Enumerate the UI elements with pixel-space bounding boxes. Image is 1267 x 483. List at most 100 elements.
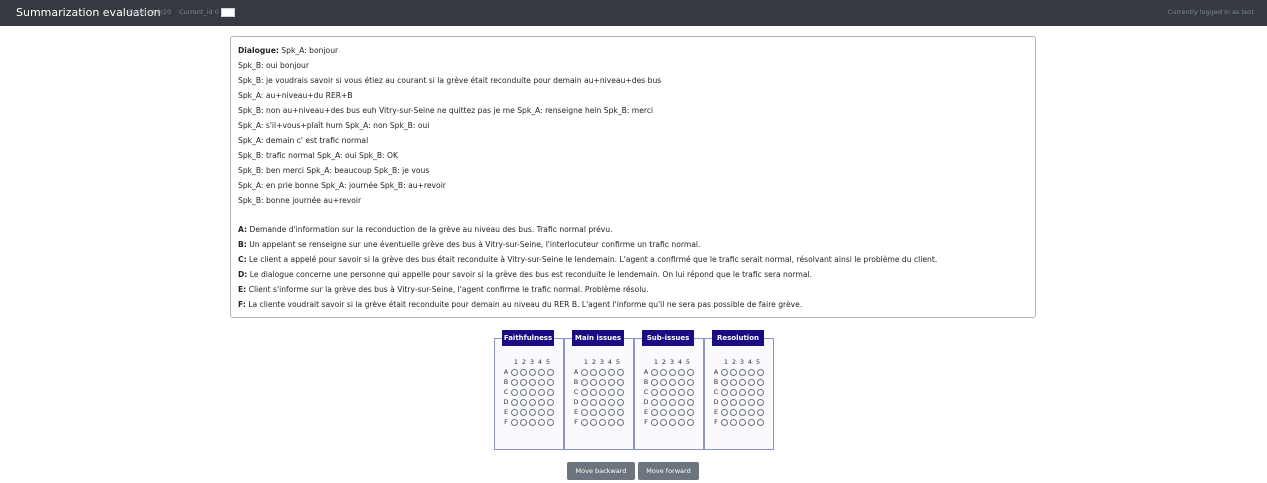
rating-radio[interactable] [520, 379, 527, 386]
rating-radio[interactable] [599, 419, 606, 426]
rating-radio[interactable] [608, 389, 615, 396]
rating-radio[interactable] [547, 409, 554, 416]
rating-radio[interactable] [590, 399, 597, 406]
rating-radio[interactable] [757, 379, 764, 386]
rating-radio[interactable] [739, 389, 746, 396]
rating-radio[interactable] [687, 399, 694, 406]
rating-radio[interactable] [660, 399, 667, 406]
rating-radio[interactable] [669, 379, 676, 386]
rating-radio[interactable] [617, 409, 624, 416]
rating-radio[interactable] [730, 409, 737, 416]
rating-radio[interactable] [757, 409, 764, 416]
rating-radio[interactable] [581, 409, 588, 416]
rating-radio[interactable] [651, 419, 658, 426]
rating-radio[interactable] [581, 419, 588, 426]
rating-radio[interactable] [651, 389, 658, 396]
rating-radio[interactable] [581, 379, 588, 386]
rating-radio[interactable] [529, 409, 536, 416]
rating-radio[interactable] [511, 379, 518, 386]
rating-radio[interactable] [730, 379, 737, 386]
rating-radio[interactable] [547, 369, 554, 376]
rating-radio[interactable] [660, 369, 667, 376]
rating-radio[interactable] [730, 369, 737, 376]
rating-radio[interactable] [538, 389, 545, 396]
rating-radio[interactable] [590, 389, 597, 396]
rating-radio[interactable] [599, 379, 606, 386]
rating-radio[interactable] [757, 369, 764, 376]
rating-radio[interactable] [757, 389, 764, 396]
rating-radio[interactable] [547, 389, 554, 396]
rating-radio[interactable] [651, 379, 658, 386]
rating-radio[interactable] [511, 419, 518, 426]
rating-radio[interactable] [511, 409, 518, 416]
rating-radio[interactable] [721, 379, 728, 386]
rating-radio[interactable] [678, 409, 685, 416]
rating-radio[interactable] [529, 379, 536, 386]
rating-radio[interactable] [590, 369, 597, 376]
rating-radio[interactable] [687, 419, 694, 426]
rating-radio[interactable] [529, 399, 536, 406]
rating-radio[interactable] [599, 399, 606, 406]
rating-radio[interactable] [687, 369, 694, 376]
rating-radio[interactable] [520, 419, 527, 426]
rating-radio[interactable] [721, 389, 728, 396]
rating-radio[interactable] [599, 369, 606, 376]
rating-radio[interactable] [748, 379, 755, 386]
move-backward-button[interactable]: Move backward [567, 462, 635, 480]
rating-radio[interactable] [660, 419, 667, 426]
rating-radio[interactable] [730, 389, 737, 396]
rating-radio[interactable] [678, 389, 685, 396]
rating-radio[interactable] [590, 379, 597, 386]
rating-radio[interactable] [581, 389, 588, 396]
rating-radio[interactable] [721, 419, 728, 426]
rating-radio[interactable] [748, 399, 755, 406]
rating-radio[interactable] [511, 369, 518, 376]
rating-radio[interactable] [669, 389, 676, 396]
rating-radio[interactable] [748, 369, 755, 376]
rating-radio[interactable] [651, 409, 658, 416]
rating-radio[interactable] [678, 419, 685, 426]
rating-radio[interactable] [669, 409, 676, 416]
rating-radio[interactable] [617, 399, 624, 406]
rating-radio[interactable] [608, 399, 615, 406]
rating-radio[interactable] [687, 389, 694, 396]
rating-radio[interactable] [617, 389, 624, 396]
rating-radio[interactable] [687, 379, 694, 386]
rating-radio[interactable] [529, 419, 536, 426]
rating-radio[interactable] [599, 409, 606, 416]
rating-radio[interactable] [617, 419, 624, 426]
rating-radio[interactable] [730, 419, 737, 426]
rating-radio[interactable] [547, 419, 554, 426]
rating-radio[interactable] [669, 369, 676, 376]
rating-radio[interactable] [687, 409, 694, 416]
rating-radio[interactable] [511, 399, 518, 406]
rating-radio[interactable] [547, 379, 554, 386]
current-id-input[interactable] [221, 8, 235, 17]
rating-radio[interactable] [721, 399, 728, 406]
rating-radio[interactable] [599, 389, 606, 396]
rating-radio[interactable] [511, 389, 518, 396]
rating-radio[interactable] [617, 369, 624, 376]
rating-radio[interactable] [748, 409, 755, 416]
rating-radio[interactable] [547, 399, 554, 406]
rating-radio[interactable] [608, 419, 615, 426]
rating-radio[interactable] [538, 409, 545, 416]
rating-radio[interactable] [739, 409, 746, 416]
rating-radio[interactable] [660, 409, 667, 416]
rating-radio[interactable] [660, 379, 667, 386]
rating-radio[interactable] [581, 369, 588, 376]
rating-radio[interactable] [608, 369, 615, 376]
rating-radio[interactable] [608, 409, 615, 416]
rating-radio[interactable] [538, 369, 545, 376]
rating-radio[interactable] [529, 389, 536, 396]
rating-radio[interactable] [739, 369, 746, 376]
rating-radio[interactable] [538, 419, 545, 426]
rating-radio[interactable] [739, 399, 746, 406]
rating-radio[interactable] [608, 379, 615, 386]
rating-radio[interactable] [678, 379, 685, 386]
rating-radio[interactable] [538, 379, 545, 386]
rating-radio[interactable] [529, 369, 536, 376]
rating-radio[interactable] [660, 389, 667, 396]
rating-radio[interactable] [757, 399, 764, 406]
rating-radio[interactable] [669, 399, 676, 406]
